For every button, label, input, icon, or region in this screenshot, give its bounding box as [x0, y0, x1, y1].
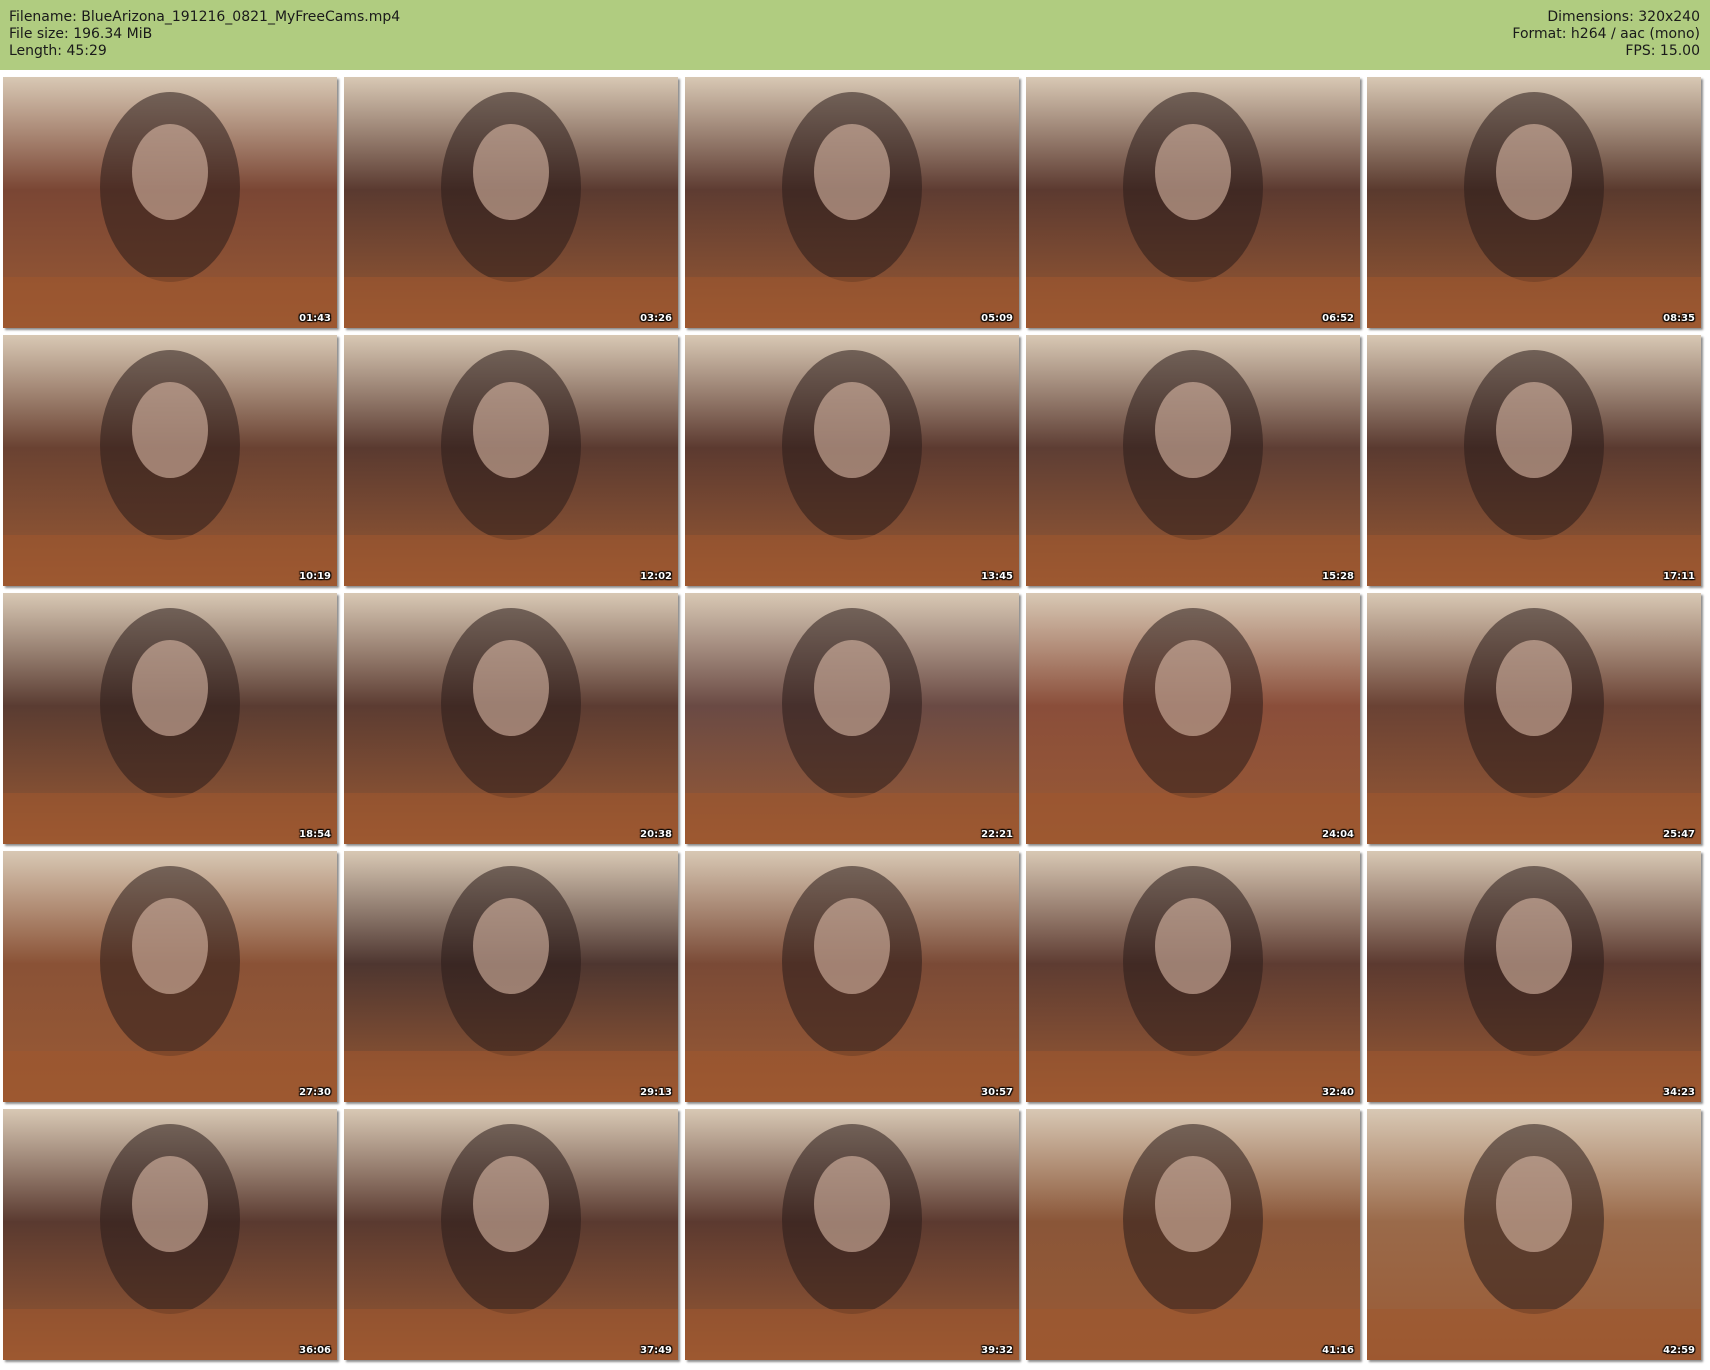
- timestamp-label: 22:21: [981, 829, 1013, 840]
- video-thumbnail: 08:35: [1367, 77, 1701, 328]
- frame-image: [1367, 335, 1701, 586]
- video-thumbnail: 34:23: [1367, 851, 1701, 1102]
- frame-image: [344, 77, 678, 328]
- frame-image: [344, 335, 678, 586]
- timestamp-label: 25:47: [1663, 829, 1695, 840]
- timestamp-label: 30:57: [981, 1087, 1013, 1098]
- timestamp-label: 17:11: [1663, 571, 1695, 582]
- frame-image: [685, 77, 1019, 328]
- video-thumbnail: 17:11: [1367, 335, 1701, 586]
- video-thumbnail: 01:43: [3, 77, 337, 328]
- frame-image: [1367, 851, 1701, 1102]
- timestamp-label: 18:54: [299, 829, 331, 840]
- timestamp-label: 36:06: [299, 1345, 331, 1356]
- info-header: Filename: BlueArizona_191216_0821_MyFree…: [0, 0, 1710, 70]
- video-thumbnail: 12:02: [344, 335, 678, 586]
- video-thumbnail: 32:40: [1026, 851, 1360, 1102]
- timestamp-label: 03:26: [640, 313, 672, 324]
- thumbnail-grid: 01:43 03:26 05:09 06:52 08:35 10:19 12:02 13:45…: [3, 77, 1701, 1360]
- frame-image: [1026, 1109, 1360, 1360]
- frame-image: [685, 1109, 1019, 1360]
- frame-image: [3, 335, 337, 586]
- timestamp-label: 13:45: [981, 571, 1013, 582]
- frame-image: [685, 335, 1019, 586]
- fps-text: FPS: 15.00: [1625, 43, 1700, 59]
- frame-image: [3, 1109, 337, 1360]
- frame-image: [1367, 1109, 1701, 1360]
- filename-text: Filename: BlueArizona_191216_0821_MyFree…: [9, 9, 401, 25]
- video-thumbnail: 06:52: [1026, 77, 1360, 328]
- timestamp-label: 39:32: [981, 1345, 1013, 1356]
- file-info-right: Dimensions: 320x240 Format: h264 / aac (…: [1512, 9, 1700, 60]
- frame-image: [1026, 77, 1360, 328]
- frame-image: [1367, 77, 1701, 328]
- timestamp-label: 05:09: [981, 313, 1013, 324]
- video-thumbnail: 18:54: [3, 593, 337, 844]
- frame-image: [1026, 851, 1360, 1102]
- timestamp-label: 41:16: [1322, 1345, 1354, 1356]
- timestamp-label: 24:04: [1322, 829, 1354, 840]
- video-thumbnail: 27:30: [3, 851, 337, 1102]
- timestamp-label: 15:28: [1322, 571, 1354, 582]
- timestamp-label: 08:35: [1663, 313, 1695, 324]
- video-thumbnail: 22:21: [685, 593, 1019, 844]
- timestamp-label: 12:02: [640, 571, 672, 582]
- format-text: Format: h264 / aac (mono): [1512, 26, 1700, 42]
- video-thumbnail: 42:59: [1367, 1109, 1701, 1360]
- timestamp-label: 01:43: [299, 313, 331, 324]
- frame-image: [1367, 593, 1701, 844]
- video-thumbnail: 29:13: [344, 851, 678, 1102]
- timestamp-label: 29:13: [640, 1087, 672, 1098]
- video-thumbnail: 24:04: [1026, 593, 1360, 844]
- frame-image: [3, 77, 337, 328]
- timestamp-label: 37:49: [640, 1345, 672, 1356]
- video-thumbnail: 37:49: [344, 1109, 678, 1360]
- video-thumbnail: 05:09: [685, 77, 1019, 328]
- dimensions-text: Dimensions: 320x240: [1547, 9, 1700, 25]
- video-thumbnail: 30:57: [685, 851, 1019, 1102]
- frame-image: [344, 1109, 678, 1360]
- video-thumbnail: 25:47: [1367, 593, 1701, 844]
- timestamp-label: 06:52: [1322, 313, 1354, 324]
- timestamp-label: 20:38: [640, 829, 672, 840]
- video-thumbnail: 10:19: [3, 335, 337, 586]
- timestamp-label: 42:59: [1663, 1345, 1695, 1356]
- timestamp-label: 34:23: [1663, 1087, 1695, 1098]
- timestamp-label: 32:40: [1322, 1087, 1354, 1098]
- timestamp-label: 27:30: [299, 1087, 331, 1098]
- frame-image: [1026, 335, 1360, 586]
- length-text: Length: 45:29: [9, 43, 107, 59]
- frame-image: [3, 593, 337, 844]
- timestamp-label: 10:19: [299, 571, 331, 582]
- frame-image: [3, 851, 337, 1102]
- frame-image: [1026, 593, 1360, 844]
- video-thumbnail: 20:38: [344, 593, 678, 844]
- video-thumbnail: 15:28: [1026, 335, 1360, 586]
- frame-image: [344, 851, 678, 1102]
- file-info-left: Filename: BlueArizona_191216_0821_MyFree…: [9, 9, 400, 60]
- frame-image: [344, 593, 678, 844]
- video-thumbnail: 39:32: [685, 1109, 1019, 1360]
- video-thumbnail: 13:45: [685, 335, 1019, 586]
- video-thumbnail: 03:26: [344, 77, 678, 328]
- video-thumbnail: 36:06: [3, 1109, 337, 1360]
- filesize-text: File size: 196.34 MiB: [9, 26, 153, 42]
- video-thumbnail: 41:16: [1026, 1109, 1360, 1360]
- frame-image: [685, 851, 1019, 1102]
- frame-image: [685, 593, 1019, 844]
